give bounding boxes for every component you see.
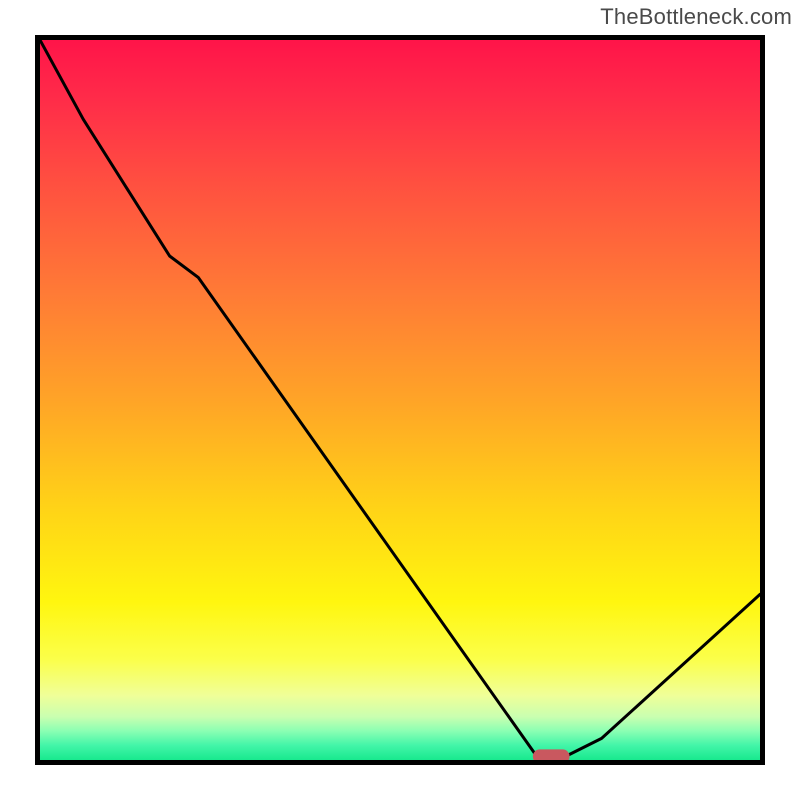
curve-svg	[40, 40, 760, 760]
bottleneck-curve	[40, 40, 760, 756]
plot-area	[35, 35, 765, 765]
optimal-marker	[533, 749, 570, 760]
watermark-text: TheBottleneck.com	[600, 4, 792, 30]
chart-container: TheBottleneck.com	[0, 0, 800, 800]
